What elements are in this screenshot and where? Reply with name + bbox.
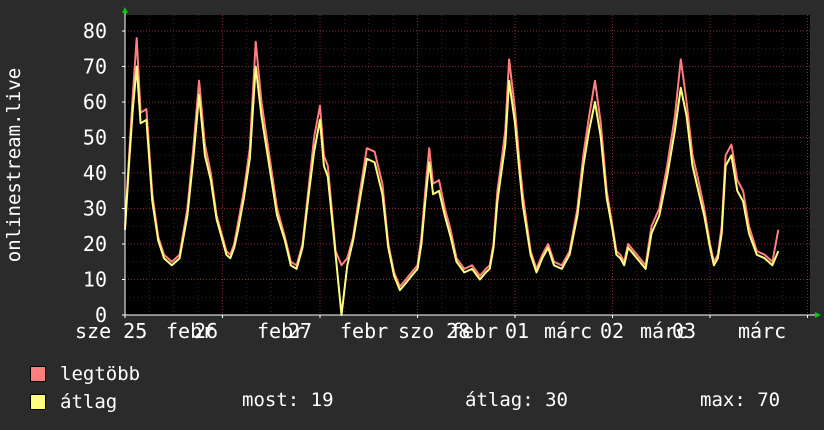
y-tick-label: 30 bbox=[83, 197, 107, 221]
legend-item-max: legtöbb bbox=[30, 363, 141, 385]
x-axis-arrow bbox=[815, 312, 821, 318]
y-tick-label: 60 bbox=[83, 90, 107, 114]
x-tick-label: márc bbox=[544, 319, 592, 343]
y-tick-label: 10 bbox=[83, 268, 107, 292]
y-tick-label: 70 bbox=[83, 55, 107, 79]
x-tick-label: febr bbox=[340, 319, 388, 343]
legend-swatch-avg bbox=[30, 394, 46, 410]
x-tick-labels: sze 25 febr26 febr27 febr szo 28febr 01 márc 02… bbox=[75, 319, 786, 343]
x-tick-label: 03 bbox=[672, 319, 696, 343]
legend-label-avg: átlag bbox=[60, 391, 118, 413]
chart-area: 01020304050607080 sze 25 febr26 febr27 febr… bbox=[3, 7, 821, 343]
y-tick-labels: 01020304050607080 bbox=[83, 19, 107, 327]
legend-label-max: legtöbb bbox=[60, 363, 141, 385]
stat-max: max: 70 bbox=[700, 389, 781, 411]
y-tick-label: 40 bbox=[83, 161, 107, 185]
stat-now: most: 19 bbox=[242, 389, 334, 411]
y-tick-label: 80 bbox=[83, 19, 107, 43]
legend-item-avg: átlag bbox=[30, 391, 118, 413]
y-axis-arrow bbox=[122, 7, 128, 13]
x-tick-label: 26 bbox=[194, 319, 218, 343]
x-tick-label: febr bbox=[450, 319, 498, 343]
x-tick-label: 27 bbox=[288, 319, 312, 343]
x-tick-label: márc bbox=[738, 319, 786, 343]
stat-avg: átlag: 30 bbox=[465, 389, 568, 411]
y-tick-label: 50 bbox=[83, 126, 107, 150]
y-axis-label: onlinestream.live bbox=[3, 68, 25, 262]
legend-swatch-max bbox=[30, 366, 46, 382]
x-tick-label: 02 bbox=[600, 319, 624, 343]
y-tick-label: 20 bbox=[83, 232, 107, 256]
x-tick-label: 01 bbox=[505, 319, 529, 343]
x-tick-label: sze 25 bbox=[75, 319, 147, 343]
